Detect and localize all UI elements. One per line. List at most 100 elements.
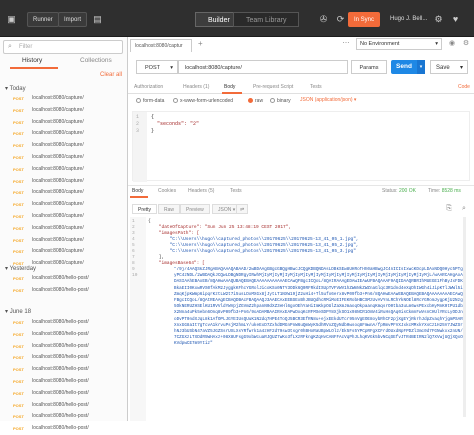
radio-binary[interactable]: binary bbox=[270, 98, 291, 104]
request-tab[interactable]: localhost:8080/captur bbox=[130, 39, 192, 52]
manage-environments-icon[interactable]: ⚙ bbox=[460, 38, 472, 50]
method-badge: POST bbox=[13, 287, 24, 293]
environment-select[interactable]: No Environment ▾ bbox=[356, 38, 442, 50]
history-item[interactable]: POST localhost:8080/capture/ bbox=[0, 141, 128, 152]
tab-pre-request-script[interactable]: Pre-request Script bbox=[253, 84, 293, 90]
line-number: 2 bbox=[132, 225, 135, 230]
import-button[interactable]: Import bbox=[58, 12, 88, 27]
history-item[interactable]: POST localhost:8080/capture/ bbox=[0, 247, 128, 258]
history-item[interactable]: POST localhost:8080/capture/ bbox=[0, 212, 128, 223]
tab-headers[interactable]: Headers (1) bbox=[183, 84, 209, 90]
history-item[interactable]: POST localhost:8080/capture/ bbox=[0, 118, 128, 129]
preview-button[interactable]: Preview bbox=[180, 204, 210, 214]
time-label: Time: bbox=[428, 188, 441, 194]
history-url: localhost:8080/hello-post/ bbox=[32, 275, 89, 281]
method-select[interactable]: POST ▾ bbox=[136, 60, 178, 74]
response-scrollbar[interactable] bbox=[463, 217, 466, 417]
tab-history[interactable]: History bbox=[22, 57, 42, 64]
history-item[interactable]: POST localhost:8080/hello-post/ bbox=[0, 353, 128, 364]
interceptor-icon[interactable]: ✇ bbox=[316, 12, 331, 27]
history-item[interactable]: POST localhost:8080/hello-post/ bbox=[0, 401, 128, 412]
history-item[interactable]: POST localhost:8080/hello-post/ bbox=[0, 424, 128, 435]
history-item[interactable]: POST localhost:8080/capture/ bbox=[0, 153, 128, 164]
send-options-button[interactable]: ▾ bbox=[417, 60, 425, 74]
radio-circle bbox=[136, 98, 141, 103]
tab-tests[interactable]: Tests bbox=[310, 84, 322, 90]
radio-urlencoded[interactable]: x-www-form-urlencoded bbox=[173, 98, 233, 104]
history-url: localhost:8080/hello-post/ bbox=[32, 354, 89, 361]
content-type-select[interactable]: JSON (application/json) ▾ bbox=[300, 97, 356, 103]
response-tabs: Body Cookies Headers (5) Tests Status: 2… bbox=[128, 185, 474, 198]
history-url: localhost:8080/capture/ bbox=[32, 106, 84, 113]
group-june-18[interactable]: ▾ June 18 bbox=[5, 308, 31, 315]
new-tab-icon[interactable]: ▤ bbox=[90, 12, 105, 27]
runner-button[interactable]: Runner bbox=[27, 12, 59, 27]
clear-all-link[interactable]: Clear all bbox=[100, 72, 122, 78]
send-button[interactable]: Send bbox=[391, 60, 417, 74]
sync-icon[interactable]: ⟳ bbox=[333, 12, 348, 27]
history-url: localhost:8080/hello-post/ bbox=[32, 389, 89, 396]
history-url: localhost:8080/capture/ bbox=[32, 248, 84, 255]
history-item[interactable]: POST localhost:8080/capture/ bbox=[0, 236, 128, 247]
search-response-icon[interactable]: ⌕ bbox=[458, 203, 470, 215]
method-badge: POST bbox=[13, 96, 24, 101]
radio-form-data[interactable]: form-data bbox=[136, 98, 164, 104]
history-item[interactable]: POST localhost:8080/capture/ bbox=[0, 129, 128, 140]
history-url: localhost:8080/capture/ bbox=[32, 213, 84, 219]
tab-body[interactable]: Body bbox=[224, 84, 235, 90]
format-value: JSON bbox=[218, 207, 232, 213]
tab-response-body[interactable]: Body bbox=[132, 188, 143, 194]
tab-team-library[interactable]: Team Library bbox=[233, 12, 300, 27]
history-item[interactable]: POST localhost:8080/hello-post/ bbox=[0, 377, 128, 388]
radio-raw[interactable]: raw bbox=[248, 98, 263, 104]
history-url: localhost:8080/hello-post/ bbox=[32, 378, 89, 384]
notifications-icon[interactable]: ♥ bbox=[448, 12, 463, 27]
history-item[interactable]: POST localhost:8080/capture/ bbox=[0, 106, 128, 117]
method-badge: POST bbox=[13, 249, 24, 255]
user-menu[interactable]: Hugo J. Bell... bbox=[385, 12, 432, 27]
settings-icon[interactable]: ⚙ bbox=[431, 12, 446, 27]
history-item[interactable]: POST localhost:8080/capture/ bbox=[0, 177, 128, 188]
pretty-button[interactable]: Pretty bbox=[132, 204, 158, 214]
history-item[interactable]: POST localhost:8080/hello-post/ bbox=[0, 286, 128, 297]
history-item[interactable]: POST localhost:8080/hello-post/ bbox=[0, 274, 128, 285]
more-tabs-icon[interactable]: ⋯ bbox=[340, 38, 352, 50]
history-item[interactable]: POST localhost:8080/capture/ bbox=[0, 165, 128, 176]
radio-label: x-www-form-urlencoded bbox=[180, 98, 234, 104]
history-item[interactable]: POST localhost:8080/hello-post/ bbox=[0, 412, 128, 423]
copy-icon[interactable]: ⎘ bbox=[443, 203, 455, 215]
base64-string: "/9j/4AAQSkZJRgABAQAAAQABAAD/2wBDAAgGBgc… bbox=[174, 267, 463, 347]
history-item[interactable]: POST localhost:8080/hello-post/ bbox=[0, 342, 128, 353]
history-item[interactable]: POST localhost:8080/hello-post/ bbox=[0, 318, 128, 329]
history-item[interactable]: POST localhost:8080/capture/ bbox=[0, 94, 128, 105]
line-number: 8 bbox=[132, 261, 135, 266]
code-link[interactable]: Code bbox=[458, 84, 470, 90]
save-button[interactable]: Save ▾ bbox=[430, 60, 468, 74]
save-label: Save bbox=[436, 65, 450, 71]
raw-button[interactable]: Raw bbox=[158, 204, 181, 214]
tab-test-results[interactable]: Tests bbox=[230, 188, 242, 194]
add-tab-icon[interactable]: + bbox=[198, 39, 203, 48]
quick-look-icon[interactable]: ◉ bbox=[446, 38, 458, 50]
radio-circle bbox=[173, 98, 178, 103]
history-item[interactable]: POST localhost:8080/hello-post/ bbox=[0, 365, 128, 376]
history-item[interactable]: POST localhost:8080/hello-post/ bbox=[0, 389, 128, 400]
wrap-lines-icon[interactable]: ⇌ bbox=[236, 204, 249, 214]
response-body[interactable]: 1 2 3 4 5 6 7 8 9 10{ "dateOfCapture": "Sun Jun 2… bbox=[130, 217, 468, 421]
tab-authorization[interactable]: Authorization bbox=[134, 84, 163, 90]
filter-input[interactable]: ⌕ Filter bbox=[3, 40, 123, 54]
group-yesterday[interactable]: ▾ Yesterday bbox=[5, 265, 36, 272]
new-window-icon[interactable]: ▣ bbox=[4, 12, 19, 27]
history-item[interactable]: POST localhost:8080/capture/ bbox=[0, 200, 128, 211]
request-body-editor[interactable]: 1 2 3 { "seconds": "2" } bbox=[132, 111, 470, 182]
history-url: localhost:8080/capture/ bbox=[32, 260, 84, 267]
history-item[interactable]: POST localhost:8080/capture/ bbox=[0, 188, 128, 199]
url-input[interactable]: localhost:8080/capture/ bbox=[178, 60, 348, 74]
history-item[interactable]: POST localhost:8080/hello-post/ bbox=[0, 330, 128, 341]
params-button[interactable]: Params bbox=[351, 60, 387, 74]
tab-response-headers[interactable]: Headers (5) bbox=[188, 188, 214, 194]
history-item[interactable]: POST localhost:8080/capture/ bbox=[0, 224, 128, 235]
tab-collections[interactable]: Collections bbox=[80, 57, 112, 64]
tab-cookies[interactable]: Cookies bbox=[158, 188, 176, 194]
group-today[interactable]: ▾ Today bbox=[5, 85, 26, 92]
